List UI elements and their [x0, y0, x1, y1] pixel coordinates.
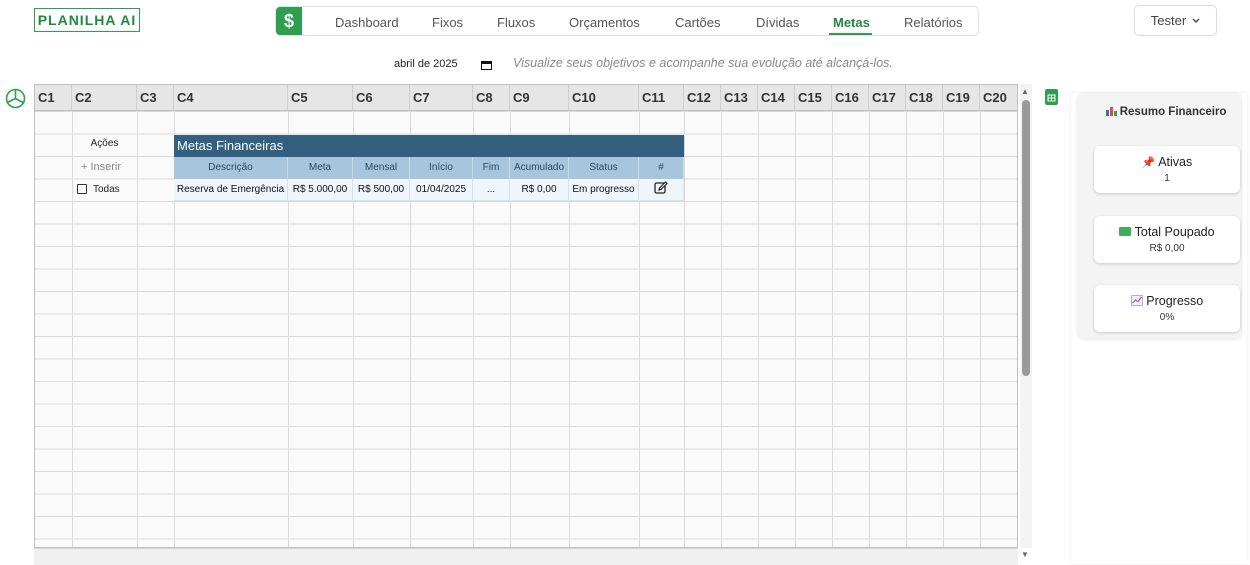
- spreadsheet[interactable]: C1 C2 C3 C4 C5 C6 C7 C8 C9 C10 C11 C12 C…: [34, 84, 1018, 548]
- grid-line: [137, 111, 138, 547]
- tab-fluxos[interactable]: Fluxos: [497, 15, 535, 30]
- cell-edit[interactable]: [639, 179, 684, 201]
- horizontal-scrollbar[interactable]: [34, 548, 1018, 565]
- pushpin-icon: 📌: [1141, 157, 1156, 169]
- cell-acumulado[interactable]: R$ 0,00: [510, 179, 569, 201]
- chevron-down-icon: [1192, 18, 1200, 23]
- grid-line: [684, 111, 685, 547]
- summary-card-ativas: 📌 Ativas 1: [1094, 146, 1240, 193]
- summary-box: Resumo Financeiro 📌 Ativas 1 Total Poupa…: [1078, 93, 1241, 338]
- col-header-c18[interactable]: C18: [906, 85, 943, 111]
- select-all-checkbox[interactable]: [77, 184, 87, 194]
- cell-mensal[interactable]: R$ 500,00: [353, 179, 410, 201]
- column-header-mensal[interactable]: Mensal: [353, 157, 410, 179]
- col-header-c9[interactable]: C9: [510, 85, 569, 111]
- cell-status[interactable]: Em progresso: [569, 179, 639, 201]
- grid-line: [869, 111, 870, 547]
- grid-line: [72, 111, 73, 547]
- trend-chart-icon: [1130, 295, 1143, 306]
- grid-line: [943, 111, 944, 547]
- cell-descricao[interactable]: Reserva de Emergência: [174, 179, 288, 201]
- active-tab-indicator: [829, 33, 872, 35]
- col-header-c16[interactable]: C16: [832, 85, 869, 111]
- column-header-fim[interactable]: Fim: [473, 157, 510, 179]
- bar-chart-icon: [1105, 107, 1117, 116]
- col-header-c7[interactable]: C7: [410, 85, 473, 111]
- col-header-c13[interactable]: C13: [721, 85, 758, 111]
- summary-card-progresso: Progresso 0%: [1094, 285, 1240, 332]
- card-label-text: Progresso: [1146, 294, 1204, 308]
- grid-line: [832, 111, 833, 547]
- card-value: 1: [1164, 173, 1170, 184]
- main-nav: $ Dashboard Fixos Fluxos Orçamentos Cart…: [275, 6, 979, 36]
- col-header-c4[interactable]: C4: [174, 85, 288, 111]
- col-header-c17[interactable]: C17: [869, 85, 906, 111]
- col-header-c8[interactable]: C8: [473, 85, 510, 111]
- tab-metas[interactable]: Metas: [833, 15, 870, 30]
- tab-orcamentos[interactable]: Orçamentos: [569, 15, 640, 30]
- col-header-c2[interactable]: C2: [72, 85, 137, 111]
- google-sheets-icon[interactable]: [1045, 89, 1058, 105]
- cell-inicio[interactable]: 01/04/2025: [410, 179, 473, 201]
- cell-fim[interactable]: ...: [473, 179, 510, 201]
- column-header-status[interactable]: Status: [569, 157, 639, 179]
- col-header-c15[interactable]: C15: [795, 85, 832, 111]
- edit-icon[interactable]: [654, 181, 668, 195]
- col-header-c11[interactable]: C11: [639, 85, 684, 111]
- calendar-icon[interactable]: [481, 60, 492, 70]
- col-header-c5[interactable]: C5: [288, 85, 353, 111]
- user-name: Tester: [1150, 13, 1187, 28]
- col-header-c1[interactable]: C1: [35, 85, 72, 111]
- tab-relatorios[interactable]: Relatórios: [904, 15, 963, 30]
- summary-card-total-poupado: Total Poupado R$ 0,00: [1094, 216, 1240, 263]
- pie-chart-icon[interactable]: [5, 88, 26, 109]
- insert-button[interactable]: + Inserir: [81, 161, 137, 173]
- month-picker[interactable]: abril de 2025: [394, 58, 458, 70]
- col-header-c19[interactable]: C19: [943, 85, 980, 111]
- card-value: 0%: [1159, 312, 1175, 323]
- user-menu-button[interactable]: Tester: [1134, 5, 1217, 36]
- col-header-c3[interactable]: C3: [137, 85, 174, 111]
- column-header-meta[interactable]: Meta: [288, 157, 353, 179]
- card-label: 📌 Ativas: [1094, 155, 1240, 169]
- scrollbar-thumb[interactable]: [1022, 100, 1030, 376]
- actions-label: Ações: [90, 138, 119, 149]
- table-title: Metas Financeiras: [174, 135, 684, 157]
- dollar-icon: $: [276, 7, 302, 35]
- card-label: Progresso: [1094, 294, 1240, 308]
- grid-line: [980, 111, 981, 547]
- col-header-c10[interactable]: C10: [569, 85, 639, 111]
- column-header-inicio[interactable]: Início: [410, 157, 473, 179]
- column-header-actions: #: [639, 157, 684, 179]
- card-label: Total Poupado: [1094, 225, 1240, 239]
- column-header-acumulado[interactable]: Acumulado: [510, 157, 569, 179]
- grid-line: [758, 111, 759, 547]
- cell-meta[interactable]: R$ 5.000,00: [288, 179, 353, 201]
- scroll-up-arrow-icon[interactable]: ▲: [1021, 87, 1029, 96]
- select-all-label: Todas: [93, 184, 120, 195]
- grid-line: [721, 111, 722, 547]
- col-header-c20[interactable]: C20: [980, 85, 1017, 111]
- grid-line: [906, 111, 907, 547]
- card-value: R$ 0,00: [1149, 243, 1185, 254]
- tab-dashboard[interactable]: Dashboard: [335, 15, 399, 30]
- col-header-c12[interactable]: C12: [684, 85, 721, 111]
- col-header-c6[interactable]: C6: [353, 85, 410, 111]
- grid-line: [795, 111, 796, 547]
- money-icon: [1119, 227, 1132, 236]
- tab-fixos[interactable]: Fixos: [432, 15, 463, 30]
- card-label-text: Ativas: [1158, 155, 1193, 169]
- col-header-c14[interactable]: C14: [758, 85, 795, 111]
- column-header-descricao[interactable]: Descrição: [174, 157, 288, 179]
- tab-dividas[interactable]: Dívidas: [756, 15, 799, 30]
- page-subtitle: Visualize seus objetivos e acompanhe sua…: [513, 56, 893, 70]
- scroll-down-arrow-icon[interactable]: ▼: [1021, 550, 1029, 559]
- card-label-text: Total Poupado: [1134, 225, 1215, 239]
- summary-panel: Resumo Financeiro 📌 Ativas 1 Total Poupa…: [1071, 93, 1247, 564]
- summary-title-text: Resumo Financeiro: [1119, 106, 1227, 118]
- tab-cartoes[interactable]: Cartões: [675, 15, 721, 30]
- summary-title: Resumo Financeiro: [1078, 106, 1250, 118]
- app-logo[interactable]: PLANILHA AI: [34, 8, 140, 32]
